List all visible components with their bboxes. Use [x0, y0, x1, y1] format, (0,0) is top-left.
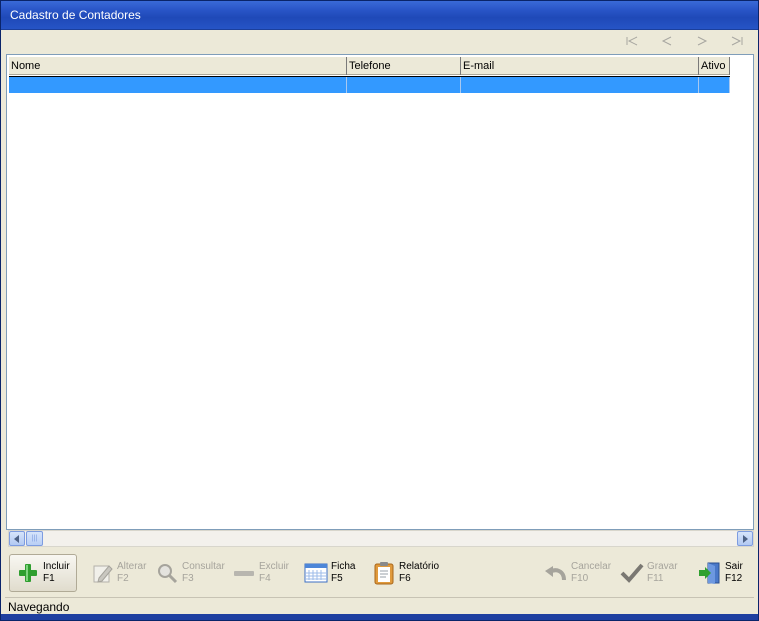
- column-header-nome[interactable]: Nome: [9, 57, 347, 75]
- consultar-label: Consultar: [182, 561, 225, 572]
- title-bar[interactable]: Cadastro de Contadores: [1, 1, 758, 30]
- window-bottom-border: [1, 614, 758, 620]
- ficha-key: F5: [331, 573, 343, 584]
- first-record-icon: [626, 36, 638, 46]
- sair-key: F12: [725, 573, 743, 584]
- ficha-label: Ficha: [331, 561, 356, 572]
- cell-ativo[interactable]: [699, 77, 730, 93]
- last-record-button[interactable]: [726, 33, 748, 49]
- excluir-label: Excluir: [259, 561, 290, 572]
- ficha-button[interactable]: Ficha F5: [303, 554, 355, 592]
- alterar-button[interactable]: Alterar F2: [89, 554, 146, 592]
- edit-icon: [89, 560, 115, 586]
- alterar-key: F2: [117, 573, 129, 584]
- incluir-button[interactable]: Incluir F1: [9, 554, 77, 592]
- undo-icon: [543, 560, 569, 586]
- scroll-right-button[interactable]: [737, 531, 753, 546]
- record-navigator: [5, 31, 754, 51]
- window-title: Cadastro de Contadores: [10, 8, 141, 22]
- prior-record-button[interactable]: [656, 33, 678, 49]
- action-toolbar: Incluir F1 Alterar F2 Consultar F3 Excluir F…: [5, 551, 754, 595]
- gravar-label: Gravar: [647, 561, 678, 572]
- sair-label: Sair: [725, 561, 743, 572]
- consultar-button[interactable]: Consultar F3: [154, 554, 225, 592]
- grid-header: Nome Telefone E-mail Ativo: [9, 57, 730, 75]
- horizontal-scrollbar[interactable]: |||: [8, 530, 754, 547]
- alterar-label: Alterar: [117, 561, 147, 572]
- status-text: Navegando: [8, 600, 70, 614]
- excluir-key: F4: [259, 573, 271, 584]
- cell-telefone[interactable]: [347, 77, 461, 93]
- incluir-key: F1: [43, 573, 55, 584]
- gravar-key: F11: [647, 573, 664, 584]
- cell-email[interactable]: [461, 77, 699, 93]
- arrow-left-icon: [14, 534, 19, 543]
- prior-record-icon: [661, 36, 672, 46]
- relatorio-button[interactable]: Relatório F6: [371, 554, 439, 592]
- last-record-icon: [731, 36, 743, 46]
- exit-door-icon: [697, 560, 723, 586]
- relatorio-label: Relatório: [399, 561, 440, 572]
- sair-button[interactable]: Sair F12: [697, 554, 743, 592]
- table-row[interactable]: [9, 76, 730, 93]
- incluir-label: Incluir: [43, 561, 70, 572]
- main-window: Cadastro de Contadores Nome Telefone E-m…: [0, 0, 759, 621]
- cancelar-label: Cancelar: [571, 561, 612, 572]
- scroll-left-button[interactable]: [9, 531, 25, 546]
- calendar-icon: [303, 560, 329, 586]
- minus-icon: [231, 560, 257, 586]
- column-header-ativo[interactable]: Ativo: [699, 57, 730, 75]
- consultar-key: F3: [182, 573, 194, 584]
- cancelar-key: F10: [571, 573, 589, 584]
- cancelar-button[interactable]: Cancelar F10: [543, 554, 611, 592]
- checkmark-icon: [619, 560, 645, 586]
- magnifier-icon: [154, 560, 180, 586]
- clipboard-icon: [371, 560, 397, 586]
- column-header-email[interactable]: E-mail: [461, 57, 699, 75]
- excluir-button[interactable]: Excluir F4: [231, 554, 289, 592]
- cell-nome[interactable]: [9, 77, 347, 93]
- next-record-icon: [697, 36, 708, 46]
- scroll-thumb[interactable]: |||: [26, 531, 43, 546]
- add-icon: [15, 560, 41, 586]
- column-header-telefone[interactable]: Telefone: [347, 57, 461, 75]
- relatorio-key: F6: [399, 573, 411, 584]
- gravar-button[interactable]: Gravar F11: [619, 554, 678, 592]
- first-record-button[interactable]: [621, 33, 643, 49]
- next-record-button[interactable]: [691, 33, 713, 49]
- status-bar: Navegando: [5, 597, 754, 615]
- contadores-grid[interactable]: Nome Telefone E-mail Ativo: [6, 54, 754, 530]
- arrow-right-icon: [743, 534, 748, 543]
